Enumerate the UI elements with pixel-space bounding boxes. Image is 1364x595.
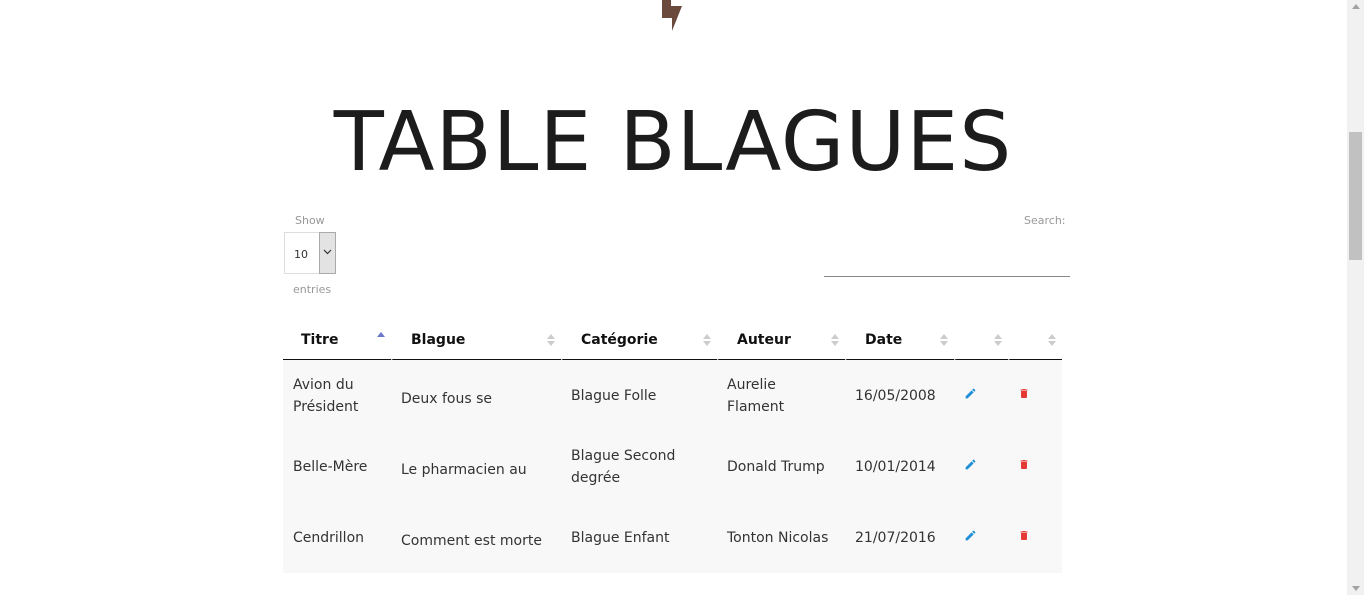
cell-categorie: Blague Folle [561, 360, 717, 431]
cell-blague: Deux fous se [391, 360, 561, 431]
edit-button[interactable] [964, 456, 977, 478]
cell-date: 10/01/2014 [845, 431, 954, 502]
pencil-icon [965, 530, 976, 540]
delete-button[interactable] [1018, 527, 1030, 549]
cell-blague: Le pharmacien au [391, 431, 561, 502]
column-header-categorie[interactable]: Catégorie [561, 320, 717, 360]
cell-titre: Belle-Mère [283, 431, 391, 502]
search-input[interactable] [824, 248, 1070, 277]
sort-icon [831, 334, 839, 346]
cell-auteur: Aurelie Flament [717, 360, 845, 431]
sort-icon [940, 334, 948, 346]
table-row: Belle-Mère Le pharmacien au Blague Secon… [283, 431, 1062, 502]
column-header-auteur[interactable]: Auteur [717, 320, 845, 360]
dropdown-button[interactable] [319, 232, 336, 274]
cell-categorie: Blague Second degrée [561, 431, 717, 502]
delete-button[interactable] [1018, 456, 1030, 478]
column-header-label: Auteur [737, 331, 791, 348]
column-header-label: Catégorie [581, 331, 658, 348]
show-label: Show [295, 214, 325, 227]
jokes-table: Titre Blague Catégorie Auteur Date Avion… [283, 320, 1062, 573]
page-title: TABLE BLAGUES [333, 95, 1013, 190]
table-header-row: Titre Blague Catégorie Auteur Date [283, 320, 1062, 360]
vertical-scrollbar[interactable] [1347, 0, 1364, 595]
cell-blague: Comment est morte [391, 502, 561, 573]
cell-date: 16/05/2008 [845, 360, 954, 431]
sort-icon [1048, 334, 1056, 346]
column-header-label: Blague [411, 331, 466, 348]
sort-icon [703, 334, 711, 346]
pencil-icon [965, 459, 976, 469]
column-header-edit[interactable] [954, 320, 1008, 360]
cell-auteur: Tonton Nicolas [717, 502, 845, 573]
sort-icon [994, 334, 1002, 346]
trash-icon [1020, 388, 1028, 398]
entries-per-page-value: 10 [294, 248, 308, 261]
scroll-up-arrow-icon[interactable] [1352, 4, 1360, 9]
entries-per-page-select[interactable]: 10 [284, 232, 336, 274]
cell-categorie: Blague Enfant [561, 502, 717, 573]
table-row: Avion du Président Deux fous se Blague F… [283, 360, 1062, 431]
column-header-date[interactable]: Date [845, 320, 954, 360]
table-row: Cendrillon Comment est morte Blague Enfa… [283, 502, 1062, 573]
lightning-bolt-icon [662, 0, 682, 31]
column-header-titre[interactable]: Titre [283, 320, 391, 360]
scrollbar-thumb[interactable] [1349, 132, 1362, 260]
scroll-down-arrow-icon[interactable] [1352, 586, 1360, 591]
cell-auteur: Donald Trump [717, 431, 845, 502]
delete-button[interactable] [1018, 385, 1030, 407]
trash-icon [1020, 459, 1028, 469]
edit-button[interactable] [964, 527, 977, 549]
sort-asc-icon [377, 332, 385, 337]
cell-date: 21/07/2016 [845, 502, 954, 573]
chevron-down-icon [323, 249, 332, 255]
sort-icon [547, 334, 555, 346]
column-header-label: Titre [301, 331, 339, 348]
cell-titre: Cendrillon [283, 502, 391, 573]
column-header-blague[interactable]: Blague [391, 320, 561, 360]
edit-button[interactable] [964, 385, 977, 407]
cell-titre: Avion du Président [283, 360, 391, 431]
pencil-icon [965, 388, 976, 398]
entries-label: entries [293, 283, 332, 296]
search-label: Search: [1024, 214, 1066, 227]
column-header-label: Date [865, 331, 903, 348]
trash-icon [1020, 530, 1028, 540]
column-header-delete[interactable] [1008, 320, 1062, 360]
